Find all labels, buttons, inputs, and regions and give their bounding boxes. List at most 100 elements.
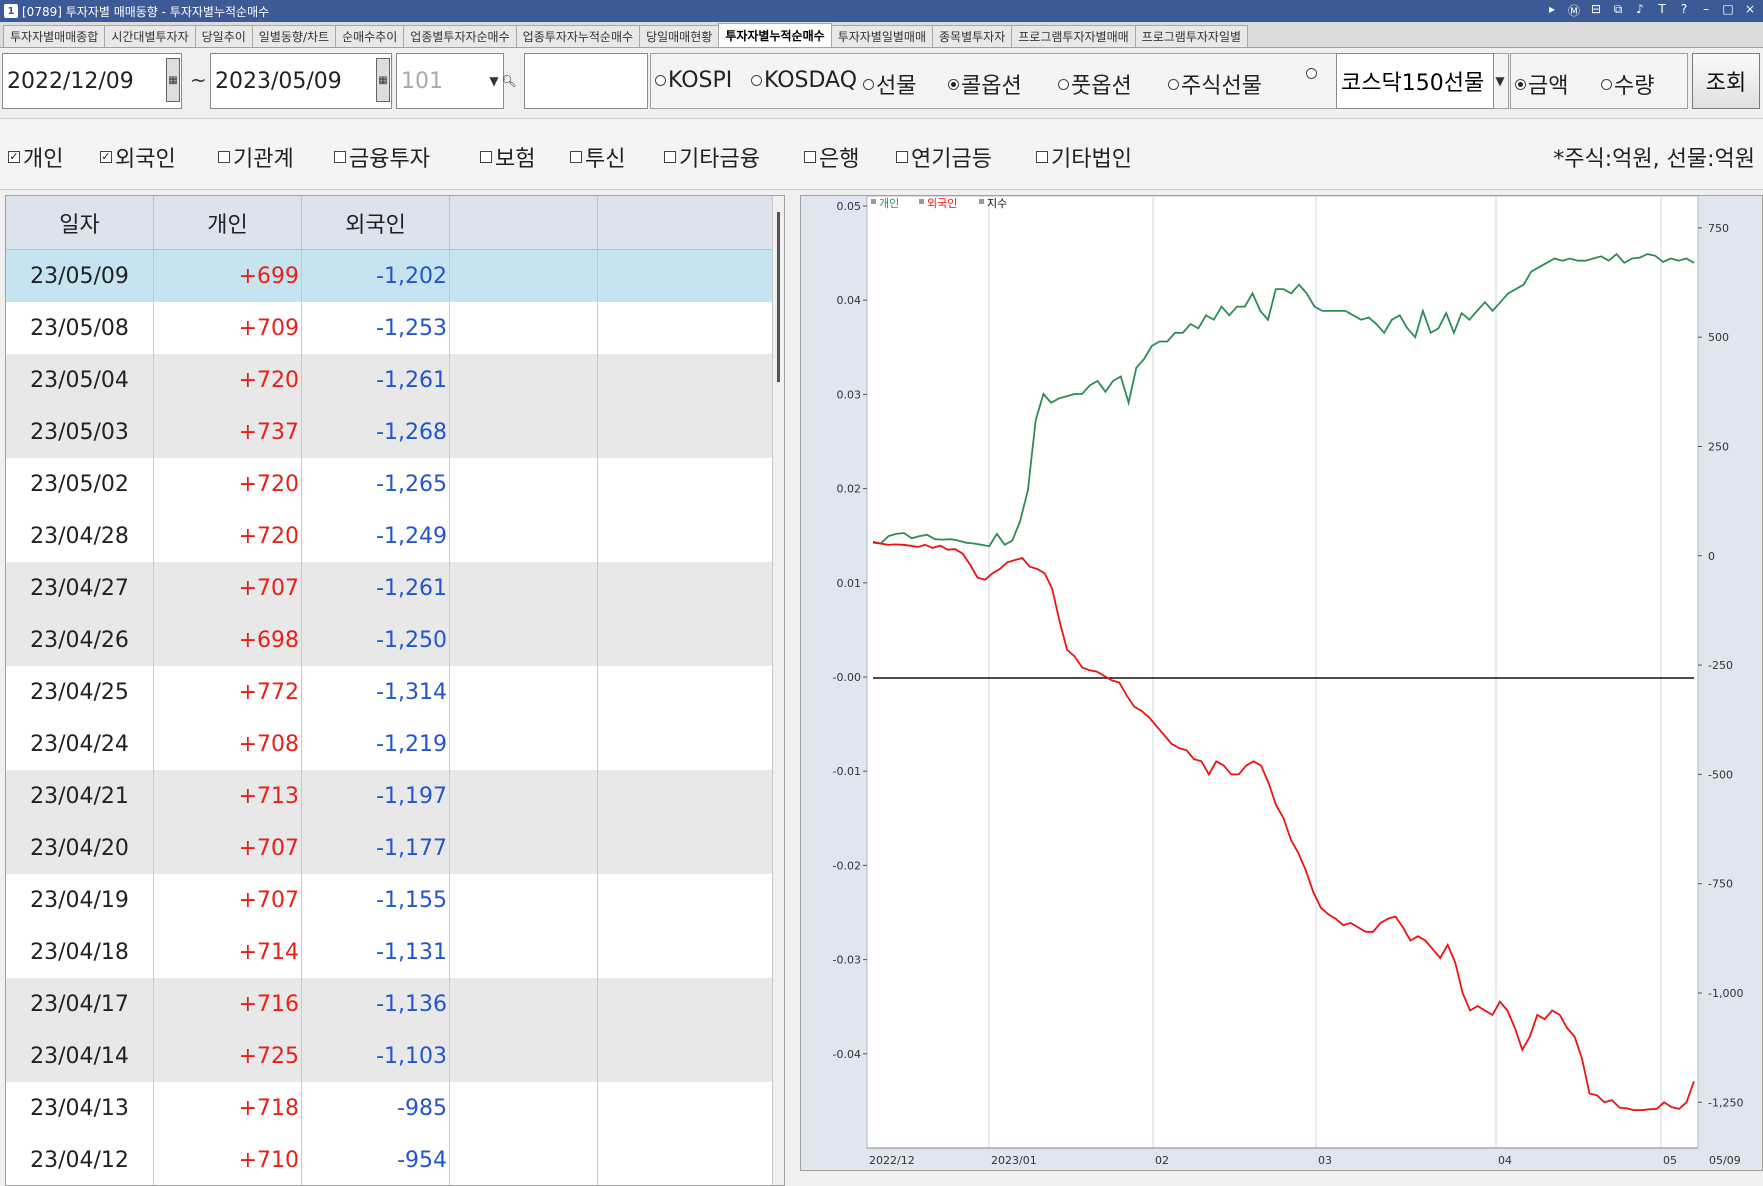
table-row[interactable]: 23/04/26 +698 -1,250 — [6, 614, 774, 666]
date-cell: 23/05/09 — [6, 250, 154, 302]
table-row[interactable]: 23/05/02 +720 -1,265 — [6, 458, 774, 510]
table-row[interactable]: 23/04/19 +707 -1,155 — [6, 874, 774, 926]
query-button[interactable]: 조회 — [1692, 53, 1760, 109]
tab-net-buy-trend[interactable]: 순매수추이 — [335, 25, 405, 47]
table-row[interactable]: 23/05/09 +699 -1,202 — [6, 250, 774, 302]
tab-sector-cumulative[interactable]: 업종투자자누적순매수 — [515, 25, 641, 47]
date-cell: 23/04/27 — [6, 562, 154, 614]
chevron-down-icon[interactable]: ▼ — [1494, 55, 1506, 107]
radio-call-option[interactable]: 콜옵션 — [948, 68, 1022, 100]
tab-intraday-trend[interactable]: 당일추이 — [194, 25, 253, 47]
checkbox-foreign[interactable]: ✓ 외국인 — [100, 141, 176, 173]
tab-program-daily[interactable]: 프로그램투자자일별 — [1134, 25, 1249, 47]
empty-cell — [450, 302, 598, 354]
maximize-icon[interactable]: □ — [1721, 2, 1735, 19]
checkbox-bank[interactable]: 은행 — [804, 141, 859, 173]
foreign-cell: -1,250 — [302, 614, 450, 666]
table-row[interactable]: 23/04/20 +707 -1,177 — [6, 822, 774, 874]
checkbox-icon — [218, 151, 230, 163]
individual-cell: +737 — [154, 406, 302, 458]
individual-cell: +713 — [154, 770, 302, 822]
scrollbar-thumb[interactable] — [777, 212, 780, 382]
app-icon[interactable]: 1 — [4, 4, 18, 18]
foreign-cell: -1,131 — [302, 926, 450, 978]
calendar-icon[interactable]: ▦ — [166, 58, 180, 102]
radio-put-option[interactable]: 풋옵션 — [1058, 68, 1132, 100]
checkbox-financial-investment[interactable]: 금융투자 — [334, 141, 430, 173]
close-icon[interactable]: × — [1743, 2, 1757, 19]
right-axis-tick-label: -500 — [1708, 768, 1733, 781]
tab-sector-net-buy[interactable]: 업종별투자자순매수 — [403, 25, 517, 47]
table-row[interactable]: 23/04/28 +720 -1,249 — [6, 510, 774, 562]
radio-other-futures[interactable] — [1306, 68, 1319, 79]
memo-icon[interactable]: Ⓜ — [1567, 2, 1581, 19]
table-row[interactable]: 23/04/13 +718 -985 — [6, 1082, 774, 1134]
end-date-input[interactable]: 2023/05/09 — [210, 53, 392, 109]
checkbox-other-finance[interactable]: 기타금융 — [664, 141, 760, 173]
tab-time-investor[interactable]: 시간대별투자자 — [104, 25, 196, 47]
tab-investor-summary[interactable]: 투자자별매매종합 — [3, 25, 106, 47]
horizontal-scrollbar[interactable] — [800, 1170, 1763, 1186]
individual-cell: +720 — [154, 354, 302, 406]
x-axis-tick-label: 04 — [1498, 1154, 1512, 1167]
table-row[interactable]: 23/04/12 +710 -954 — [6, 1134, 774, 1185]
foreign-cell: -954 — [302, 1134, 450, 1185]
tab-daily-chart[interactable]: 일별동향/차트 — [251, 25, 337, 47]
unit-note: *주식:억원, 선물:억원 — [1553, 147, 1755, 172]
chart-panel: 0.05 0.04 0.03 0.02 0.01 -0.00 -0.01 -0.02 -0.03… — [800, 195, 1763, 1186]
left-axis-tick-label: 0.03 — [837, 388, 862, 401]
foreign-cell: -1,268 — [302, 406, 450, 458]
checkbox-insurance[interactable]: 보험 — [480, 141, 535, 173]
date-cell: 23/05/02 — [6, 458, 154, 510]
empty-cell — [598, 874, 774, 926]
table-row[interactable]: 23/05/04 +720 -1,261 — [6, 354, 774, 406]
date-range-separator: ~ — [190, 68, 207, 92]
table-row[interactable]: 23/04/14 +725 -1,103 — [6, 1030, 774, 1082]
tab-investor-daily[interactable]: 투자자별일별매매 — [830, 25, 934, 47]
checkbox-pension[interactable]: 연기금등 — [896, 141, 992, 173]
sound-icon[interactable]: ♪ — [1633, 2, 1647, 19]
table-row[interactable]: 23/05/03 +737 -1,268 — [6, 406, 774, 458]
radio-futures[interactable]: 선물 — [863, 68, 916, 100]
table-row[interactable]: 23/04/24 +708 -1,219 — [6, 718, 774, 770]
vertical-scrollbar[interactable] — [772, 196, 784, 1185]
radio-quantity[interactable]: 수량 — [1601, 68, 1654, 100]
table-row[interactable]: 23/04/18 +714 -1,131 — [6, 926, 774, 978]
table-row[interactable]: 23/05/08 +709 -1,253 — [6, 302, 774, 354]
arrow-icon[interactable]: ▸ — [1545, 2, 1559, 19]
futures-select[interactable]: 코스닥150선물 — [1336, 53, 1494, 109]
checkbox-institution[interactable]: 기관계 — [218, 141, 294, 173]
tab-intraday-status[interactable]: 당일매매현황 — [639, 25, 720, 47]
start-date-input[interactable]: 2022/12/09 — [2, 53, 182, 109]
tab-stock-investor[interactable]: 종목별투자자 — [932, 25, 1013, 47]
checkbox-icon — [480, 151, 492, 163]
radio-amount[interactable]: 금액 — [1515, 68, 1568, 100]
minimize-icon[interactable]: – — [1699, 2, 1713, 19]
tab-program-investor[interactable]: 프로그램투자자별매매 — [1011, 25, 1136, 47]
header-empty-2 — [598, 196, 774, 250]
chevron-down-icon[interactable]: ▼ — [488, 55, 500, 107]
help-icon[interactable]: ? — [1677, 2, 1691, 19]
radio-stock-futures[interactable]: 주식선물 — [1168, 68, 1262, 100]
font-icon[interactable]: T — [1655, 2, 1669, 19]
checkbox-trust[interactable]: 투신 — [570, 141, 625, 173]
header-foreign[interactable]: 외국인 — [302, 196, 450, 250]
header-date[interactable]: 일자 — [6, 196, 154, 250]
header-individual[interactable]: 개인 — [154, 196, 302, 250]
link-window-icon[interactable]: ⧉ — [1611, 2, 1625, 19]
checkbox-individual[interactable]: ✓ 개인 — [8, 141, 63, 173]
tab-investor-cumulative[interactable]: 투자자별누적순매수 — [718, 23, 832, 47]
app-window: 1 [0789] 투자자별 매매동향 - 투자자별누적순매수 ▸ Ⓜ ⊟ ⧉ ♪… — [0, 0, 1763, 1186]
search-icon[interactable]: 🔍︎ — [501, 55, 516, 107]
table-row[interactable]: 23/04/17 +716 -1,136 — [6, 978, 774, 1030]
checkbox-icon — [1036, 151, 1048, 163]
split-icon[interactable]: ⊟ — [1589, 2, 1603, 19]
table-row[interactable]: 23/04/21 +713 -1,197 — [6, 770, 774, 822]
radio-kospi[interactable]: KOSPI — [655, 68, 732, 93]
table-row[interactable]: 23/04/27 +707 -1,261 — [6, 562, 774, 614]
calendar-icon[interactable]: ▦ — [376, 58, 390, 102]
radio-kosdaq[interactable]: KOSDAQ — [751, 68, 857, 93]
table-row[interactable]: 23/04/25 +772 -1,314 — [6, 666, 774, 718]
checkbox-other-corp[interactable]: 기타법인 — [1036, 141, 1132, 173]
radio-icon — [751, 75, 762, 86]
